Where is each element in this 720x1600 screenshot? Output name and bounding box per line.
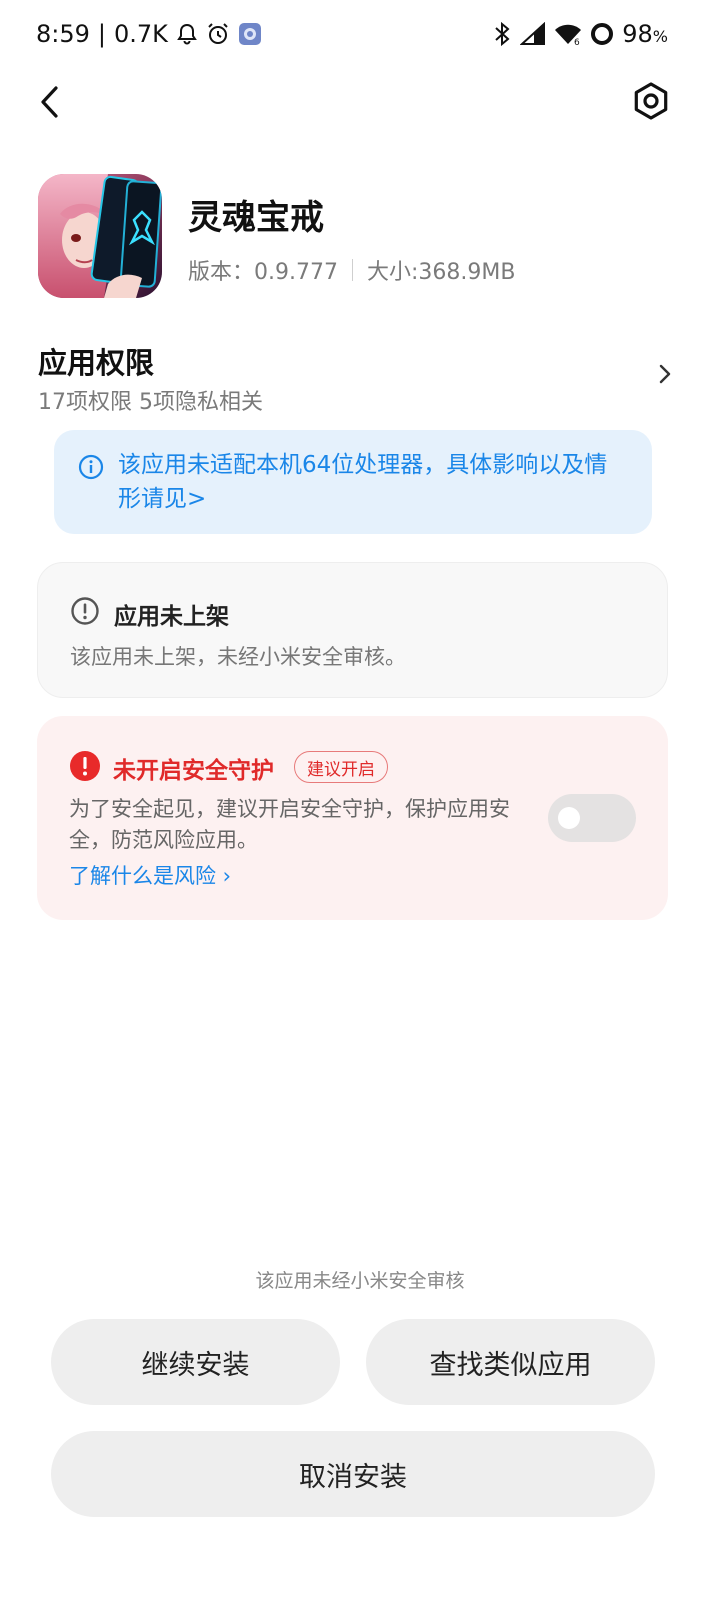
app-name: 灵魂宝戒 bbox=[188, 198, 324, 238]
status-bar: 8:59 | 0.7K 6 98% bbox=[0, 0, 720, 68]
learn-risk-link[interactable]: 了解什么是风险 › bbox=[69, 860, 231, 890]
security-title: 未开启安全守护 bbox=[113, 758, 274, 784]
app-meta: 版本：0.9.777 大小:368.9MB bbox=[188, 254, 515, 286]
warning-filled-icon bbox=[69, 750, 101, 786]
alarm-clock-icon bbox=[206, 22, 230, 46]
permissions-row[interactable]: 应用权限 17项权限 5项隐私相关 bbox=[38, 340, 678, 420]
svg-text:6: 6 bbox=[574, 38, 580, 46]
toggle-knob bbox=[558, 807, 580, 829]
app-size: 大小:368.9MB bbox=[366, 260, 516, 285]
battery-unit: % bbox=[652, 27, 668, 46]
security-guard-toggle[interactable] bbox=[548, 794, 636, 842]
status-separator: | bbox=[97, 20, 106, 48]
status-right: 6 98% bbox=[492, 20, 668, 48]
cellular-signal-icon bbox=[520, 22, 546, 46]
settings-button[interactable] bbox=[630, 80, 672, 122]
bluetooth-icon bbox=[492, 21, 512, 47]
app-version: 版本：0.9.777 bbox=[188, 260, 338, 285]
meta-divider bbox=[351, 259, 353, 281]
gear-icon bbox=[634, 82, 668, 120]
chevron-right-icon bbox=[658, 362, 672, 390]
app-notification-icon bbox=[238, 22, 262, 46]
security-description: 为了安全起见，建议开启安全守护，保护应用安全，防范风险应用。 bbox=[69, 797, 510, 852]
permissions-title: 应用权限 bbox=[38, 346, 155, 380]
status-time: 8:59 bbox=[36, 20, 90, 48]
processor-notice-card[interactable]: 该应用未适配本机64位处理器，具体影响以及情形请见> bbox=[54, 430, 652, 534]
unlisted-description: 该应用未上架，未经小米安全审核。 bbox=[70, 645, 406, 669]
security-guard-card: 未开启安全守护 建议开启 为了安全起见，建议开启安全守护，保护应用安全，防范风险… bbox=[37, 716, 668, 920]
wifi-icon: 6 bbox=[554, 22, 582, 46]
battery-value: 98 bbox=[622, 20, 653, 48]
exclamation-circle-icon bbox=[70, 596, 100, 630]
chevron-left-icon bbox=[41, 86, 58, 118]
status-left: 8:59 | 0.7K bbox=[36, 20, 262, 48]
battery-ring-icon bbox=[590, 22, 614, 46]
status-data-speed: 0.7K bbox=[114, 20, 168, 48]
notification-bell-icon bbox=[176, 23, 198, 45]
info-icon bbox=[78, 454, 104, 484]
back-button[interactable] bbox=[30, 80, 70, 124]
unlisted-card: 应用未上架 该应用未上架，未经小米安全审核。 bbox=[37, 562, 668, 698]
app-icon bbox=[38, 174, 162, 298]
processor-notice-text: 该应用未适配本机64位处理器，具体影响以及情形请见> bbox=[118, 452, 608, 512]
find-similar-apps-button[interactable]: 查找类似应用 bbox=[366, 1319, 655, 1405]
unlisted-title: 应用未上架 bbox=[114, 604, 229, 630]
footer-note: 该应用未经小米安全审核 bbox=[255, 1270, 465, 1292]
continue-install-button[interactable]: 继续安装 bbox=[51, 1319, 340, 1405]
battery-level: 98% bbox=[622, 20, 668, 48]
cancel-install-button[interactable]: 取消安装 bbox=[51, 1431, 655, 1517]
recommend-enable-badge: 建议开启 bbox=[294, 751, 388, 783]
permissions-subtitle: 17项权限 5项隐私相关 bbox=[38, 390, 263, 415]
